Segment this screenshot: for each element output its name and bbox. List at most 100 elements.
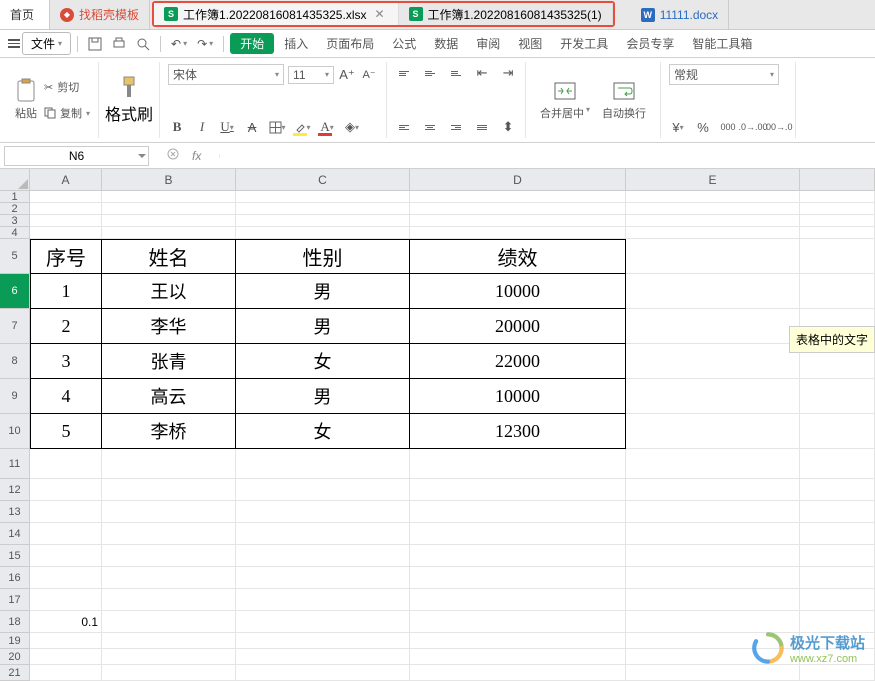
cell[interactable]	[236, 611, 410, 633]
cell[interactable]	[626, 501, 800, 523]
cell[interactable]	[800, 239, 875, 274]
cell[interactable]	[236, 589, 410, 611]
increase-decimal-icon[interactable]: .0→.00	[744, 118, 762, 136]
wrap-text-button[interactable]: 自动换行	[596, 64, 652, 136]
cell[interactable]	[410, 227, 626, 239]
currency-icon[interactable]: ¥▾	[669, 118, 687, 136]
cell[interactable]	[102, 633, 236, 649]
clear-format-button[interactable]: ◈▾	[343, 118, 361, 136]
font-decrease-icon[interactable]: A⁻	[360, 66, 378, 84]
cell[interactable]	[102, 191, 236, 203]
cell[interactable]	[30, 215, 102, 227]
menu-file[interactable]: 文件 ▾	[22, 32, 71, 55]
cell[interactable]	[800, 215, 875, 227]
cell[interactable]	[102, 665, 236, 681]
data-cell[interactable]: 3	[30, 344, 102, 379]
indent-left-icon[interactable]: ⇤	[473, 64, 491, 82]
cell[interactable]	[800, 227, 875, 239]
cell[interactable]	[30, 649, 102, 665]
cell[interactable]	[800, 545, 875, 567]
cell[interactable]	[236, 203, 410, 215]
underline-button[interactable]: U▾	[218, 118, 236, 136]
cell[interactable]	[410, 567, 626, 589]
bold-button[interactable]: B	[168, 118, 186, 136]
cell[interactable]	[236, 633, 410, 649]
row-header-9[interactable]: 9	[0, 379, 30, 414]
indent-right-icon[interactable]: ⇥	[499, 64, 517, 82]
tab-doc[interactable]: W 11111.docx	[631, 0, 730, 29]
menu-view[interactable]: 视图	[510, 30, 550, 57]
cell[interactable]	[102, 523, 236, 545]
cell[interactable]	[410, 649, 626, 665]
row-header-19[interactable]: 19	[0, 633, 30, 649]
data-cell[interactable]: 女	[236, 344, 410, 379]
row-header-11[interactable]: 11	[0, 449, 30, 479]
data-cell[interactable]: 男	[236, 274, 410, 309]
cell[interactable]	[30, 479, 102, 501]
cell[interactable]	[30, 227, 102, 239]
justify-icon[interactable]	[473, 118, 491, 136]
cell[interactable]	[800, 523, 875, 545]
row-header-13[interactable]: 13	[0, 501, 30, 523]
print-icon[interactable]	[108, 35, 130, 53]
cell[interactable]	[236, 523, 410, 545]
cell[interactable]	[626, 215, 800, 227]
paste-button[interactable]: 粘贴	[8, 64, 44, 136]
save-icon[interactable]	[84, 35, 106, 53]
format-painter-button[interactable]: 格式刷	[99, 62, 160, 138]
close-icon[interactable]: ✕	[371, 7, 387, 21]
row-header-1[interactable]: 1	[0, 191, 30, 203]
cell[interactable]	[626, 611, 800, 633]
data-cell[interactable]: 12300	[410, 414, 626, 449]
select-all-corner[interactable]	[0, 169, 30, 191]
tab-workbook2[interactable]: S 工作簿1.20220816081435325(1)	[399, 3, 613, 25]
cell[interactable]	[236, 665, 410, 681]
cut-button[interactable]: ✂剪切	[44, 79, 90, 95]
copy-button[interactable]: 复制▾	[44, 105, 90, 121]
data-cell[interactable]: 20000	[410, 309, 626, 344]
cell[interactable]	[410, 479, 626, 501]
data-cell[interactable]: 姓名	[102, 239, 236, 274]
name-box[interactable]: N6	[4, 146, 149, 166]
cell[interactable]	[236, 227, 410, 239]
data-cell[interactable]: 22000	[410, 344, 626, 379]
cell-a18[interactable]: 0.1	[30, 611, 102, 633]
cell[interactable]	[800, 501, 875, 523]
cell[interactable]	[30, 501, 102, 523]
cell[interactable]	[800, 379, 875, 414]
font-increase-icon[interactable]: A⁺	[338, 66, 356, 84]
cell[interactable]	[800, 414, 875, 449]
italic-button[interactable]: I	[193, 118, 211, 136]
cell[interactable]	[30, 665, 102, 681]
fill-color-button[interactable]: ▾	[293, 118, 311, 136]
menu-smart-toolbox[interactable]: 智能工具箱	[684, 30, 760, 57]
cell[interactable]	[626, 449, 800, 479]
cell[interactable]	[102, 567, 236, 589]
row-header-6[interactable]: 6	[0, 274, 30, 309]
cell[interactable]	[626, 309, 800, 344]
cell[interactable]	[102, 215, 236, 227]
number-format-select[interactable]: 常规▾	[669, 64, 779, 85]
cell[interactable]	[626, 344, 800, 379]
align-center-icon[interactable]	[421, 118, 439, 136]
row-header-7[interactable]: 7	[0, 309, 30, 344]
cell[interactable]	[410, 545, 626, 567]
data-cell[interactable]: 男	[236, 379, 410, 414]
tab-home[interactable]: 首页	[0, 0, 50, 29]
data-cell[interactable]: 高云	[102, 379, 236, 414]
cell[interactable]	[236, 449, 410, 479]
cell[interactable]	[626, 414, 800, 449]
cell[interactable]	[626, 203, 800, 215]
cell[interactable]	[800, 449, 875, 479]
menu-devtools[interactable]: 开发工具	[552, 30, 616, 57]
cell[interactable]	[800, 567, 875, 589]
cell[interactable]	[30, 589, 102, 611]
cell[interactable]	[410, 501, 626, 523]
cell[interactable]	[410, 449, 626, 479]
align-left-icon[interactable]	[395, 118, 413, 136]
cell[interactable]	[102, 479, 236, 501]
data-cell[interactable]: 性别	[236, 239, 410, 274]
menu-review[interactable]: 审阅	[468, 30, 508, 57]
data-cell[interactable]: 绩效	[410, 239, 626, 274]
data-cell[interactable]: 女	[236, 414, 410, 449]
